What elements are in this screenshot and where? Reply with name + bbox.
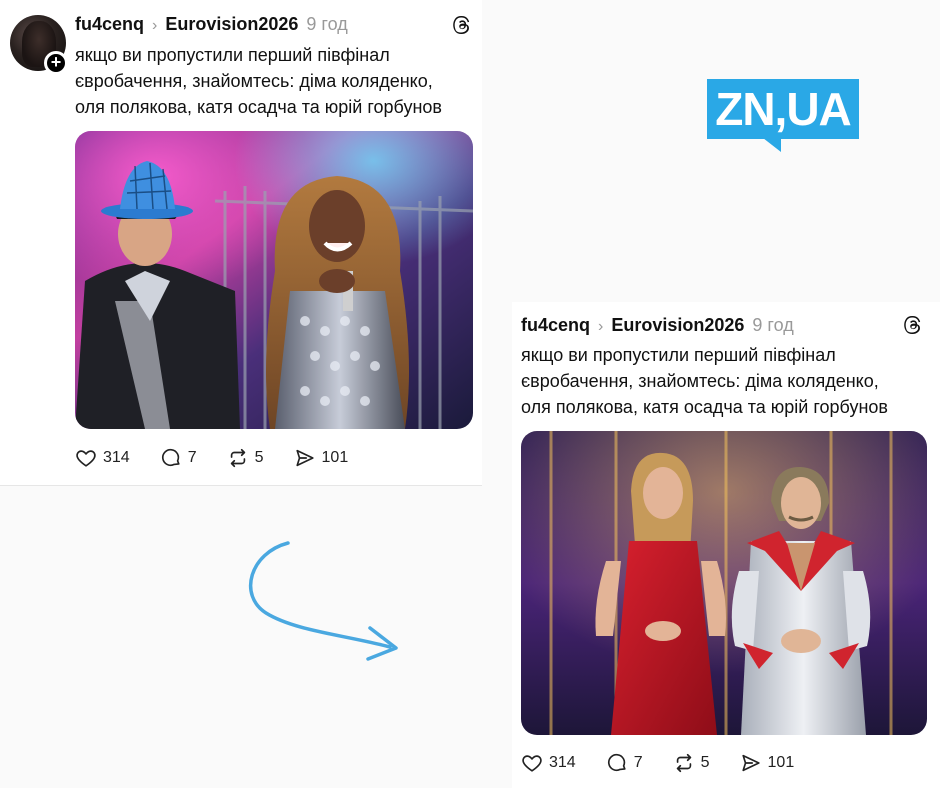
post-time: 9 год (752, 315, 794, 335)
repost-button[interactable]: 5 (227, 447, 264, 469)
threads-icon[interactable] (902, 314, 924, 336)
heart-icon (76, 450, 96, 467)
chevron-right-icon: › (598, 318, 604, 335)
chevron-right-icon: › (152, 17, 158, 34)
repost-count: 5 (700, 754, 710, 771)
comment-icon (607, 753, 626, 772)
zn-ua-logo: ZN,UA (707, 79, 859, 139)
repost-count: 5 (254, 449, 264, 466)
plus-icon[interactable]: + (44, 51, 68, 75)
post-text-line: якщо ви пропустили перший півфінал (75, 45, 390, 65)
post-text: якщо ви пропустили перший півфінал євроб… (75, 42, 442, 120)
share-icon (295, 449, 314, 467)
post-text-line: оля полякова, катя осадча та юрій горбун… (75, 97, 442, 117)
share-count: 101 (321, 449, 349, 466)
topic-tag[interactable]: Eurovision2026 (165, 14, 298, 35)
username[interactable]: fu4cenq (75, 14, 144, 35)
share-button[interactable]: 101 (294, 447, 349, 469)
share-count: 101 (767, 754, 795, 771)
username[interactable]: fu4cenq (521, 315, 590, 336)
post-text-line: якщо ви пропустили перший півфінал (521, 345, 836, 365)
like-button[interactable]: 314 (75, 447, 130, 469)
post-header: fu4cenq › Eurovision2026 9 год (75, 14, 348, 35)
post-text: якщо ви пропустили перший півфінал євроб… (521, 342, 888, 420)
post-time: 9 год (306, 14, 348, 34)
like-count: 314 (549, 754, 576, 771)
logo-tail (763, 138, 781, 152)
comment-count: 7 (633, 754, 643, 771)
post-photo[interactable] (521, 431, 927, 735)
comment-count: 7 (187, 449, 197, 466)
like-button[interactable]: 314 (521, 752, 576, 774)
arrow-icon (248, 541, 398, 661)
post-text-line: оля полякова, катя осадча та юрій горбун… (521, 397, 888, 417)
repost-icon (676, 753, 691, 773)
repost-icon (230, 448, 245, 468)
action-bar: 314 7 5 101 (521, 752, 794, 774)
comment-button[interactable]: 7 (160, 447, 197, 469)
heart-icon (522, 755, 542, 772)
post-header: fu4cenq › Eurovision2026 9 год (521, 315, 794, 336)
action-bar: 314 7 5 101 (75, 447, 348, 469)
post-text-line: євробачення, знайомтесь: діма коляденко, (75, 71, 433, 91)
post-card-right: fu4cenq › Eurovision2026 9 год якщо ви п… (512, 302, 940, 788)
share-icon (741, 754, 760, 772)
topic-tag[interactable]: Eurovision2026 (611, 315, 744, 336)
post-photo[interactable] (75, 131, 473, 429)
post-card-left: + fu4cenq › Eurovision2026 9 год якщо ви… (0, 0, 482, 486)
like-count: 314 (103, 449, 130, 466)
post-text-line: євробачення, знайомтесь: діма коляденко, (521, 371, 879, 391)
comment-button[interactable]: 7 (606, 752, 643, 774)
share-button[interactable]: 101 (740, 752, 795, 774)
threads-icon[interactable] (451, 14, 473, 36)
repost-button[interactable]: 5 (673, 752, 710, 774)
comment-icon (161, 448, 180, 467)
